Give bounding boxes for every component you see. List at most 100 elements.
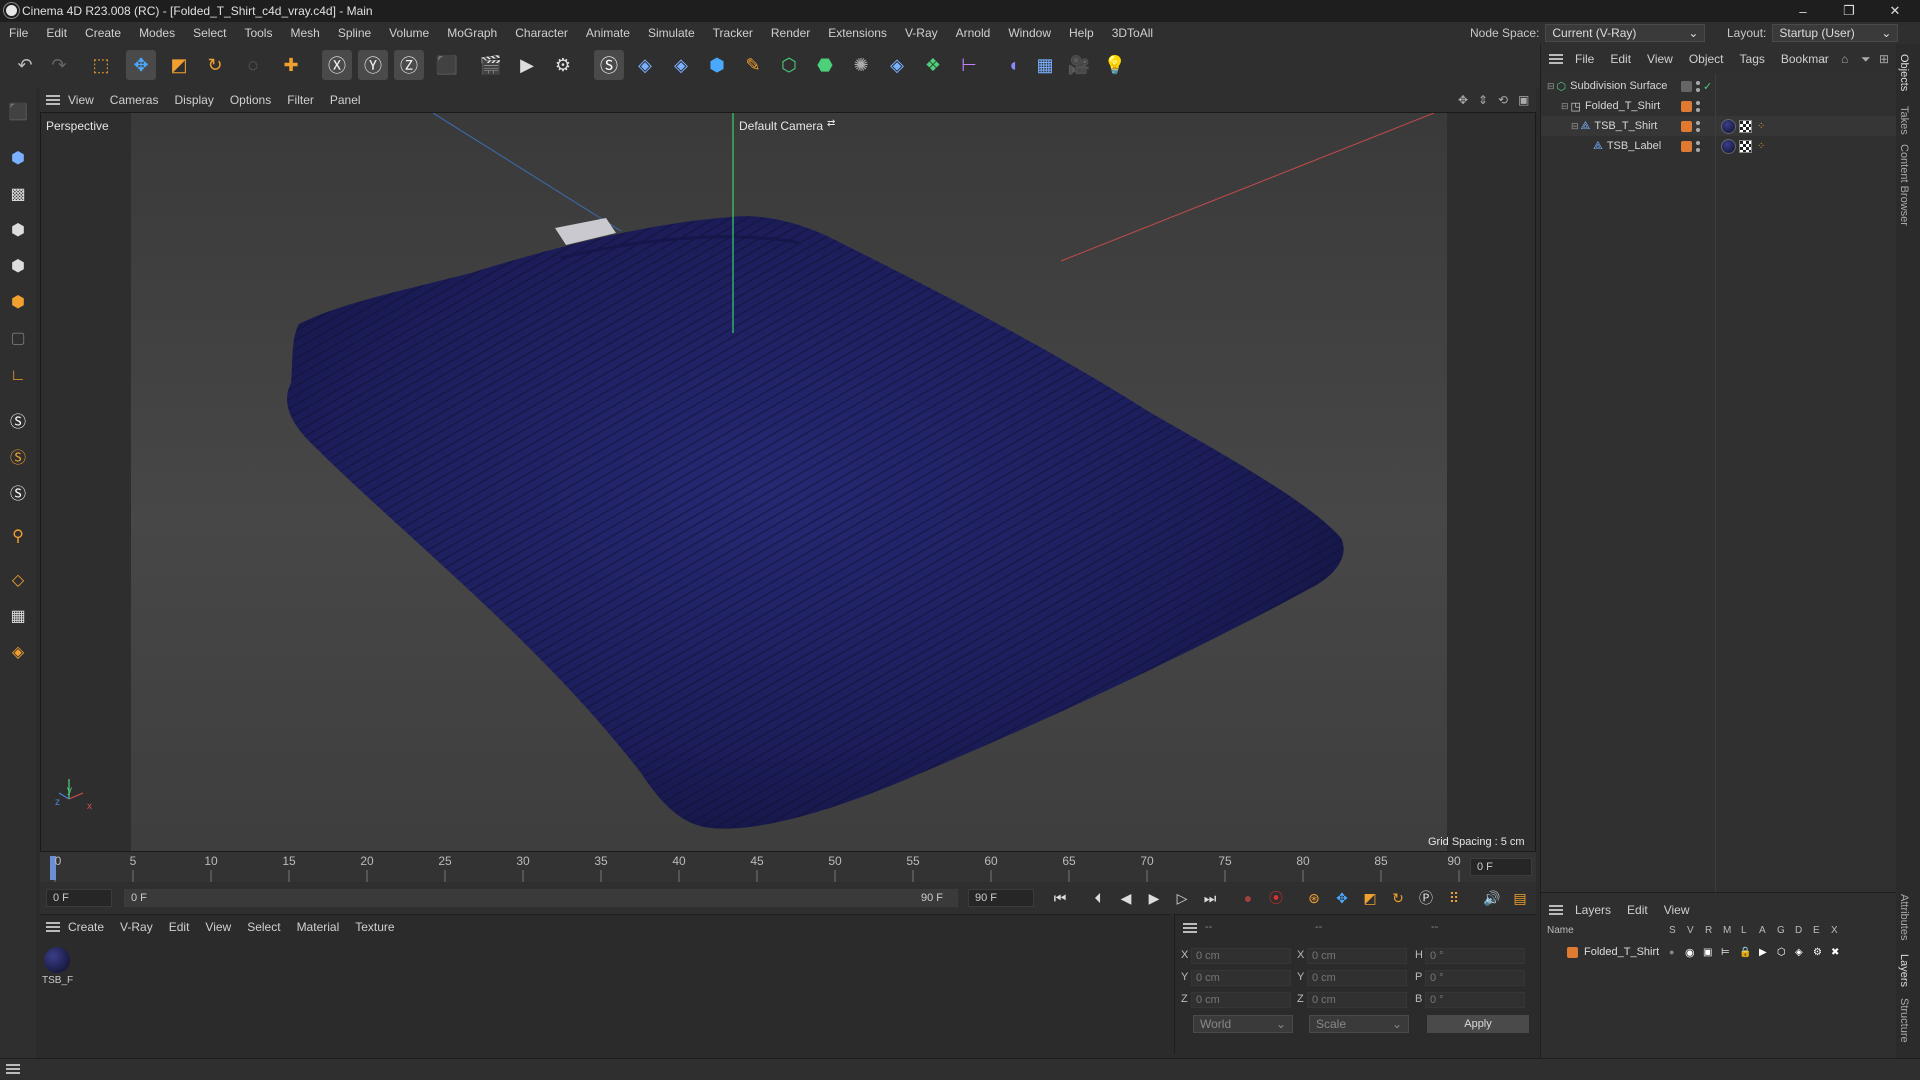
- record-keys-icon[interactable]: ●: [1236, 886, 1260, 910]
- search-icon[interactable]: ⌕: [1821, 52, 1828, 67]
- col-expressions[interactable]: E: [1813, 925, 1820, 936]
- points-mode-icon[interactable]: ⬢: [4, 216, 32, 244]
- subdivision-icon[interactable]: ⬡: [774, 50, 804, 80]
- live-select-icon[interactable]: ⬚: [86, 50, 116, 80]
- generator-toggle-icon[interactable]: ⬡: [1777, 947, 1786, 958]
- pos-z-field[interactable]: 0 cm: [1191, 992, 1291, 1008]
- axis-mode-icon[interactable]: ∟: [4, 362, 32, 390]
- vray-icon[interactable]: Ⓢ: [594, 50, 624, 80]
- python-icon[interactable]: ◈: [630, 50, 660, 80]
- menu-arnold[interactable]: Arnold: [947, 26, 1000, 40]
- cube-icon[interactable]: ⬢: [702, 50, 732, 80]
- tab-structure[interactable]: Structure: [1898, 998, 1910, 1043]
- camera-icon[interactable]: 🎥: [1064, 50, 1094, 80]
- collapse-icon[interactable]: ⊟: [1561, 101, 1569, 112]
- menu-window[interactable]: Window: [999, 26, 1060, 40]
- col-generators[interactable]: G: [1777, 925, 1785, 936]
- col-name[interactable]: Name: [1547, 925, 1574, 936]
- vp-menu-display[interactable]: Display: [166, 93, 221, 107]
- layer-color-swatch[interactable]: [1567, 946, 1578, 958]
- magnet-icon[interactable]: ⚲: [4, 522, 32, 550]
- vp-menu-view[interactable]: View: [60, 93, 102, 107]
- editor-visibility-dot[interactable]: [1696, 141, 1700, 145]
- model-mode-icon[interactable]: ⬛: [4, 98, 32, 126]
- key-param-icon[interactable]: Ⓟ: [1414, 886, 1438, 910]
- z-axis-lock-icon[interactable]: Ⓩ: [394, 50, 424, 80]
- tree-row-tsb-label[interactable]: ⟁ TSB_Label ⁘: [1541, 136, 1897, 156]
- pan-view-icon[interactable]: ✥: [1458, 93, 1468, 107]
- transform-icon[interactable]: ✚: [276, 50, 306, 80]
- col-solo[interactable]: S: [1669, 925, 1676, 936]
- menu-tracker[interactable]: Tracker: [704, 26, 762, 40]
- next-frame-icon[interactable]: ▷: [1170, 886, 1194, 910]
- layer-row[interactable]: Folded_T_Shirt ● ◉ ▣ ⊨ 🔒 ▶ ⬡ ◈ ⚙ ✖: [1541, 943, 1897, 961]
- previous-key-icon[interactable]: ⏴: [1086, 886, 1110, 910]
- menu-hamburger-icon[interactable]: [46, 922, 60, 932]
- rot-b-field[interactable]: 0 °: [1425, 992, 1525, 1008]
- material-tag-icon[interactable]: [1721, 118, 1736, 134]
- cloner-icon[interactable]: ✺: [846, 50, 876, 80]
- editor-visibility-dot[interactable]: [1696, 101, 1700, 105]
- mat-menu-material[interactable]: Material: [289, 920, 348, 934]
- menu-character[interactable]: Character: [506, 26, 577, 40]
- restore-button[interactable]: ❐: [1826, 0, 1872, 22]
- node-space-dropdown[interactable]: Current (V-Ray) ⌄: [1545, 24, 1706, 42]
- tab-content-browser[interactable]: Content Browser: [1898, 144, 1910, 226]
- col-xrefs[interactable]: X: [1831, 925, 1838, 936]
- rotate-icon[interactable]: ↻: [200, 50, 230, 80]
- pos-y-field[interactable]: 0 cm: [1191, 970, 1291, 986]
- minimize-button[interactable]: –: [1780, 0, 1826, 22]
- scale-icon[interactable]: ◩: [164, 50, 194, 80]
- new-window-icon[interactable]: ⊞: [1879, 52, 1889, 66]
- menu-tools[interactable]: Tools: [235, 26, 281, 40]
- enabled-check-icon[interactable]: ✓: [1703, 80, 1712, 93]
- tab-objects[interactable]: Objects: [1898, 54, 1910, 91]
- coordinate-type-dropdown[interactable]: Scale ⌄: [1309, 1015, 1409, 1033]
- zoom-view-icon[interactable]: ⇕: [1478, 93, 1488, 107]
- editor-visibility-dot[interactable]: [1696, 81, 1700, 85]
- workplane-snap-icon[interactable]: Ⓢ: [4, 478, 32, 506]
- mat-menu-select[interactable]: Select: [239, 920, 288, 934]
- size-y-field[interactable]: 0 cm: [1307, 970, 1407, 986]
- tree-row-subdivision-surface[interactable]: ⊟ ⬡ Subdivision Surface ✓: [1541, 76, 1897, 96]
- xref-toggle-icon[interactable]: ✖: [1831, 947, 1839, 958]
- selection-tag-icon[interactable]: ⁘: [1757, 121, 1765, 132]
- deformer-toggle-icon[interactable]: ◈: [1795, 947, 1803, 958]
- render-visibility-dot[interactable]: [1696, 108, 1700, 112]
- filter-icon[interactable]: ⏷: [1861, 52, 1871, 67]
- col-view[interactable]: V: [1687, 925, 1694, 936]
- camera-link-icon[interactable]: ⇄: [827, 118, 835, 129]
- grid-icon[interactable]: ▦: [4, 602, 32, 630]
- workplane-icon[interactable]: ◇: [4, 566, 32, 594]
- menu-volume[interactable]: Volume: [380, 26, 438, 40]
- column-divider[interactable]: [1715, 74, 1716, 924]
- vp-menu-cameras[interactable]: Cameras: [102, 93, 167, 107]
- mat-menu-edit[interactable]: Edit: [161, 920, 198, 934]
- go-to-end-icon[interactable]: ⏭: [1198, 886, 1222, 910]
- layer-menu-view[interactable]: View: [1656, 903, 1698, 917]
- sound-icon[interactable]: 🔊: [1480, 886, 1504, 910]
- undo-icon[interactable]: ↶: [10, 50, 40, 80]
- render-settings-icon[interactable]: ⚙: [548, 50, 578, 80]
- keyframe-selection-icon[interactable]: ⊛: [1302, 886, 1326, 910]
- col-animation[interactable]: A: [1759, 925, 1766, 936]
- om-menu-object[interactable]: Object: [1681, 52, 1732, 66]
- menu-hamburger-icon[interactable]: [1183, 923, 1197, 933]
- layer-color-swatch[interactable]: [1681, 100, 1692, 112]
- menu-spline[interactable]: Spline: [329, 26, 380, 40]
- menu-edit[interactable]: Edit: [37, 26, 76, 40]
- uvw-tag-icon[interactable]: [1739, 119, 1752, 133]
- render-visibility-dot[interactable]: [1696, 148, 1700, 152]
- autokey-icon[interactable]: ⦿: [1264, 886, 1288, 910]
- om-menu-edit[interactable]: Edit: [1602, 52, 1639, 66]
- rot-h-field[interactable]: 0 °: [1425, 948, 1525, 964]
- animation-toggle-icon[interactable]: ▶: [1759, 947, 1767, 958]
- symmetry-icon[interactable]: ⊢: [954, 50, 984, 80]
- render-region-icon[interactable]: 🎬: [476, 50, 506, 80]
- key-rotation-icon[interactable]: ↻: [1386, 886, 1410, 910]
- visible-eye-icon[interactable]: ◉: [1685, 946, 1695, 959]
- render-visibility-dot[interactable]: [1696, 88, 1700, 92]
- render-view-icon[interactable]: ▶: [512, 50, 542, 80]
- vp-menu-filter[interactable]: Filter: [279, 93, 322, 107]
- tree-row-folded-t-shirt[interactable]: ⊟ ◳ Folded_T_Shirt: [1541, 96, 1897, 116]
